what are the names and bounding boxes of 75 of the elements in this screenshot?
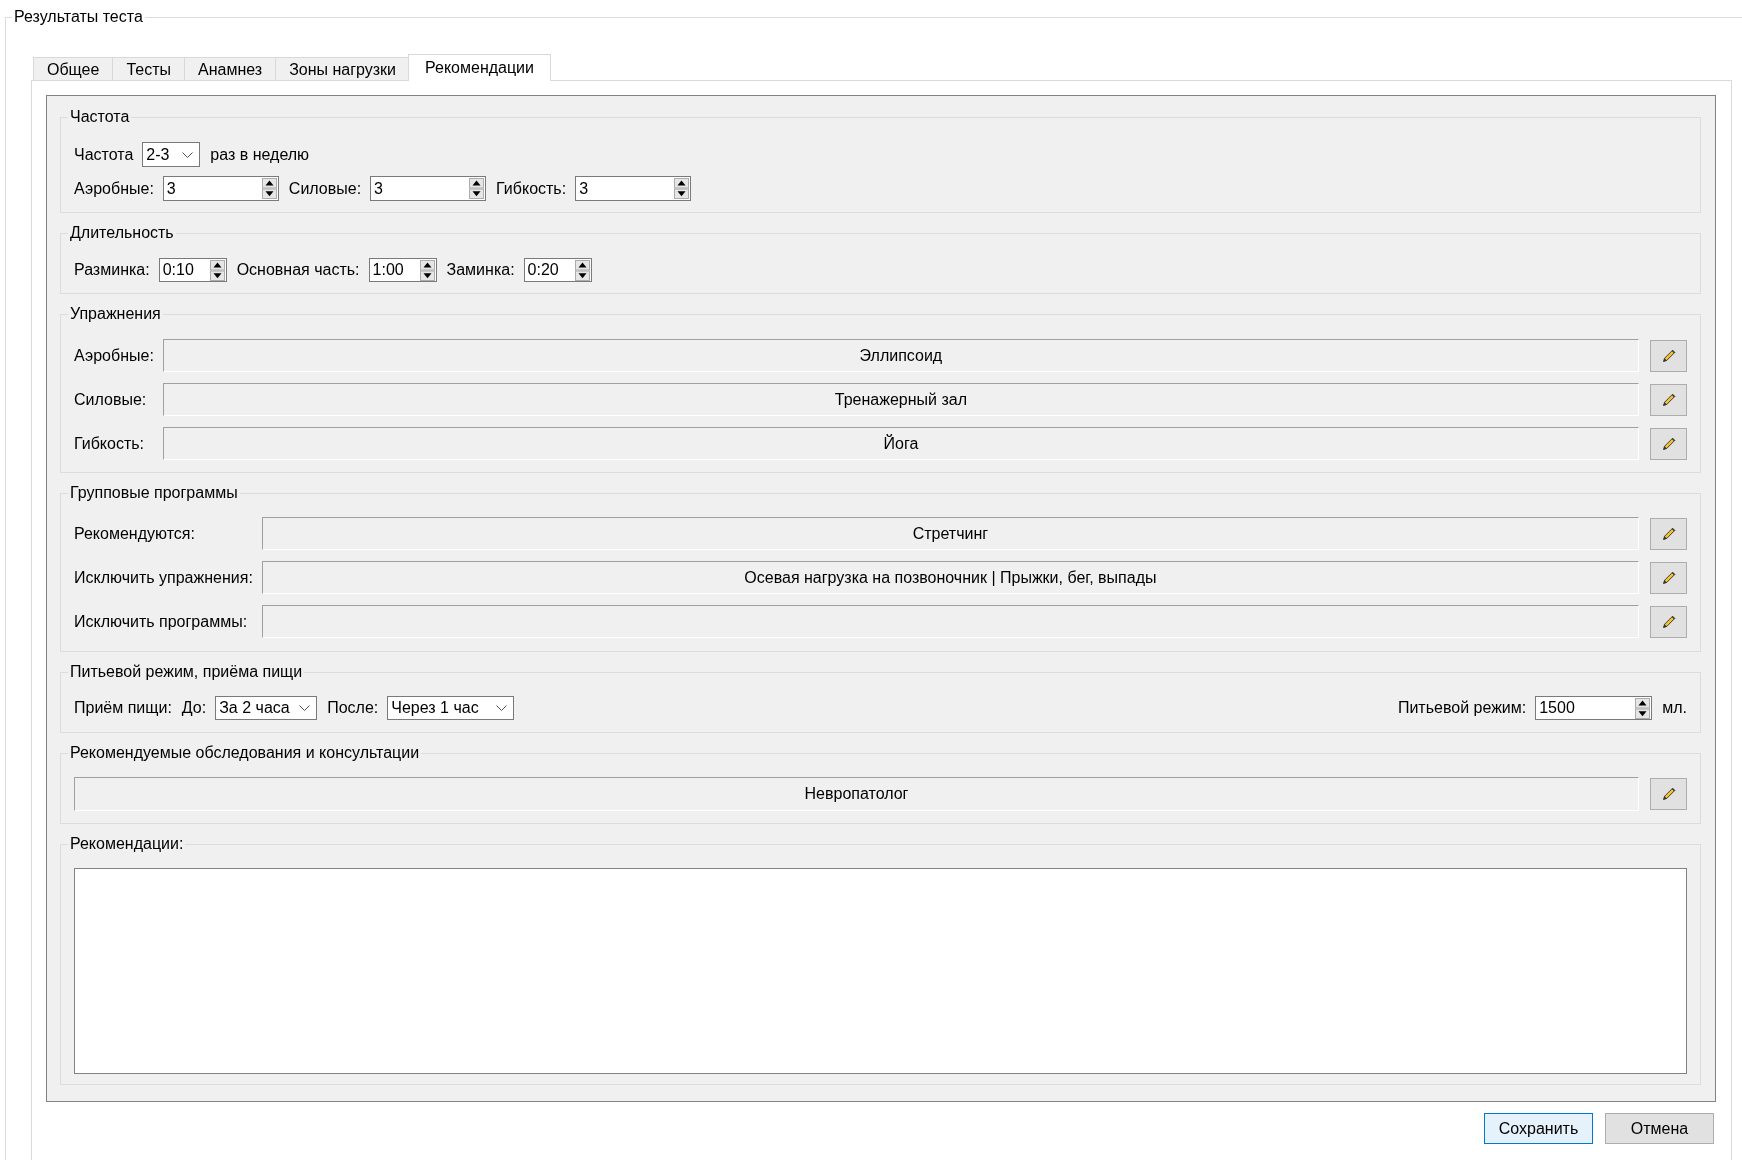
- pencil-icon: [1660, 613, 1677, 630]
- text-field[interactable]: Йога: [162, 427, 1639, 460]
- edit-button[interactable]: [1650, 339, 1687, 372]
- field-label: До:: [181, 699, 207, 717]
- pencil-icon: [1660, 525, 1677, 542]
- spin-box[interactable]: 3: [575, 176, 692, 201]
- text-field[interactable]: Тренажерный зал: [162, 383, 1639, 416]
- text-field[interactable]: [261, 605, 1639, 638]
- text-field[interactable]: Стретчинг: [261, 517, 1639, 550]
- spin-arrows-icon[interactable]: [1635, 697, 1651, 719]
- field-label: После:: [327, 699, 379, 717]
- spin-arrows-icon[interactable]: [419, 259, 435, 281]
- tab[interactable]: Тесты: [112, 57, 185, 80]
- pencil-icon: [1660, 391, 1677, 408]
- field-label: Силовые:: [74, 390, 148, 409]
- spin-arrows-icon[interactable]: [574, 259, 590, 281]
- pencil-icon: [1660, 786, 1677, 802]
- field-label: раз в неделю: [210, 145, 310, 164]
- field-label: Силовые:: [288, 179, 362, 198]
- field-label: Аэробные:: [74, 179, 154, 198]
- group-title: Групповые программы: [69, 484, 239, 502]
- spin-box[interactable]: 3: [162, 176, 279, 201]
- pencil-icon: [1660, 435, 1677, 452]
- edit-button[interactable]: [1650, 517, 1687, 550]
- field-label: Гибкость:: [496, 179, 567, 198]
- tab[interactable]: Общее: [33, 57, 114, 80]
- edit-button[interactable]: [1650, 383, 1687, 416]
- spin-arrows-icon[interactable]: [209, 259, 225, 281]
- tab[interactable]: Зоны нагрузки: [275, 57, 411, 80]
- dropdown[interactable]: За 2 часа: [215, 696, 318, 720]
- field-label: Частота: [74, 145, 134, 164]
- dialog-button[interactable]: Отмена: [1605, 1113, 1714, 1144]
- field-label: Исключить программы:: [74, 612, 249, 631]
- field-label: Разминка:: [74, 261, 150, 279]
- group-title: Рекомендуемые обследования и консультации: [69, 744, 421, 762]
- field-label: Рекомендуются:: [74, 524, 196, 543]
- dialog-button[interactable]: Сохранить: [1484, 1113, 1593, 1144]
- text-field[interactable]: Невропатолог: [74, 777, 1639, 811]
- field-label: Основная часть:: [236, 261, 360, 279]
- group-title: Длительность: [69, 224, 175, 242]
- edit-button[interactable]: [1650, 605, 1687, 638]
- field-label: Аэробные:: [74, 346, 154, 365]
- edit-button[interactable]: [1650, 561, 1687, 594]
- dropdown[interactable]: Через 1 час: [387, 696, 515, 720]
- pencil-icon: [1660, 569, 1677, 586]
- spin-arrows-icon[interactable]: [674, 178, 690, 199]
- tab[interactable]: Анамнез: [184, 57, 277, 80]
- group-title: Рекомендации:: [69, 835, 185, 853]
- edit-button[interactable]: [1650, 778, 1687, 810]
- dropdown[interactable]: 2-3: [142, 142, 201, 167]
- spin-arrows-icon[interactable]: [469, 178, 485, 199]
- group-title: Частота: [69, 108, 131, 126]
- group-title: Результаты теста: [13, 8, 144, 26]
- chevron-down-icon: [182, 151, 194, 158]
- chevron-down-icon: [299, 705, 311, 711]
- chevron-down-icon: [496, 705, 508, 711]
- tab[interactable]: Рекомендации: [408, 54, 551, 81]
- pencil-icon: [1660, 347, 1677, 364]
- text-field[interactable]: Осевая нагрузка на позвоночник | Прыжки, бег, выпады: [261, 561, 1639, 594]
- group-title: Питьевой режим, приёма пищи: [69, 663, 304, 681]
- spin-box[interactable]: 3: [370, 176, 487, 201]
- spin-box[interactable]: 1500: [1535, 696, 1653, 720]
- spin-arrows-icon[interactable]: [261, 178, 277, 199]
- spin-box[interactable]: 0:10: [158, 258, 227, 282]
- field-label: Гибкость:: [74, 434, 146, 453]
- spin-box[interactable]: 0:20: [523, 258, 592, 282]
- spin-box[interactable]: 1:00: [368, 258, 437, 282]
- unit-label: мл.: [1662, 699, 1687, 717]
- group-title: Упражнения: [69, 305, 162, 323]
- edit-button[interactable]: [1650, 427, 1687, 460]
- field-label: Питьевой режим:: [1397, 699, 1527, 717]
- field-label: Заминка:: [446, 261, 515, 279]
- field-label: Приём пищи:: [74, 699, 172, 717]
- text-field[interactable]: Эллипсоид: [162, 339, 1639, 372]
- field-label: Исключить упражнения:: [74, 568, 253, 587]
